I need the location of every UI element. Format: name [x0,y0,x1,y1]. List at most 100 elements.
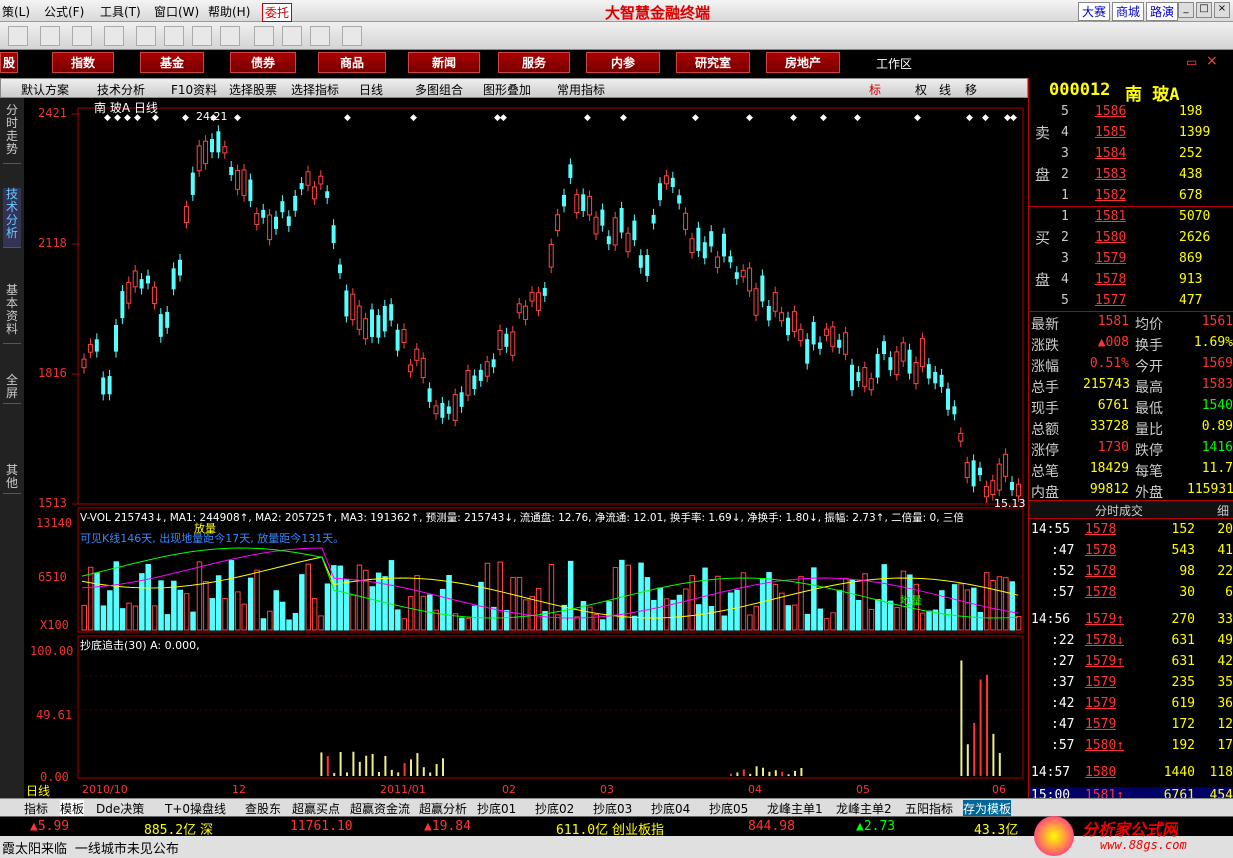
trade-price[interactable]: 1579↑ [1085,654,1124,669]
nav-index[interactable]: 指数 [52,52,114,73]
toolbar-alert-icon[interactable] [136,26,156,46]
sell-price[interactable]: 1584 [1095,146,1126,161]
trade-price[interactable]: 1579 [1085,675,1116,690]
indicator-tab[interactable]: Dde决策 [96,800,144,817]
menu-window[interactable]: 窗口(W) [154,3,199,20]
indicator-tab[interactable]: 指标 [24,800,48,817]
buy-price[interactable]: 1579 [1095,251,1126,266]
indicator-tab[interactable]: 超赢分析 [419,800,467,817]
nav-stock[interactable]: 股 [0,52,18,73]
nav-fund[interactable]: 基金 [140,52,204,73]
indicator-tab[interactable]: 查股东 [245,800,281,817]
indicator-tab[interactable]: 抄底05 [709,800,748,817]
sidetab-other[interactable]: 其他 [3,464,21,494]
tab-common-indicator[interactable]: 常用指标 [557,81,605,98]
maximize-button[interactable]: □ [1196,2,1212,18]
trade-price[interactable]: 1578 [1085,564,1116,579]
tab-select-indicator[interactable]: 选择指标 [291,81,339,98]
nav-news[interactable]: 新闻 [408,52,480,73]
sidetab-basic[interactable]: 基本资料 [3,284,21,344]
indicator-tab[interactable]: 存为模板 [963,800,1012,817]
buy-price[interactable]: 1577 [1095,293,1126,308]
close-icon[interactable]: × [1206,53,1218,69]
indicator-tab[interactable]: 龙峰主单2 [836,800,892,817]
tab-line[interactable]: 线 [939,81,951,98]
restore-icon[interactable]: ▭ [1186,55,1197,69]
indicator-tab[interactable]: 超赢资金流 [350,800,410,817]
menu-help[interactable]: 帮助(H) [208,3,250,20]
indicator-tab[interactable]: 抄底02 [535,800,574,817]
sell-price[interactable]: 1585 [1095,125,1126,140]
nav-realestate[interactable]: 房地产 [766,52,840,73]
minimize-button[interactable]: _ [1178,2,1194,18]
trade-price[interactable]: 1578↓ [1085,633,1124,648]
tab-default-scheme[interactable]: 默认方案 [21,81,69,98]
toolbar-diamond-icon[interactable] [164,26,184,46]
contest-button[interactable]: 大赛 [1078,2,1111,21]
toolbar-window-icon[interactable] [282,26,302,46]
roadshow-button[interactable]: 路演 [1146,2,1179,21]
trade-price[interactable]: 1578 [1085,585,1116,600]
menu-formula[interactable]: 公式(F) [44,3,84,20]
toolbar-red-icon[interactable] [192,26,212,46]
nav-service[interactable]: 服务 [498,52,570,73]
kline-svg[interactable]: ◆ ◆ ◆ ◆ ◆ ◆ ◆ ◆ ◆ ◆ ◆ ◆ ◆ ◆ ◆ ◆ ◆ ◆ ◆ ◆ ◆ ◆ ◆ ◆ [24,98,1028,798]
detail-button[interactable]: 细 [1217,502,1229,519]
trade-price[interactable]: 1580↑ [1085,738,1124,753]
nav-commodity[interactable]: 商品 [318,52,386,73]
nav-research[interactable]: 研究室 [676,52,750,73]
tab-multi-chart[interactable]: 多图组合 [415,81,463,98]
close-button[interactable]: × [1214,2,1230,18]
indicator-tab[interactable]: 五阳指标 [905,800,953,817]
tab-f10[interactable]: F10资料 [171,81,217,98]
tab-mark[interactable]: 标 [869,81,881,98]
nav-insider[interactable]: 内参 [586,52,660,73]
trade-price[interactable]: 1579 [1085,696,1116,711]
sell-price[interactable]: 1582 [1095,188,1126,203]
tab-select-stock[interactable]: 选择股票 [229,81,277,98]
indicator-tab[interactable]: 抄底04 [651,800,690,817]
indicator-tab[interactable]: 抄底01 [477,800,516,817]
trade-price[interactable]: 1578 [1085,522,1116,537]
indicator-bar [762,767,764,776]
toolbar-books-icon[interactable] [310,26,330,46]
nav-bond[interactable]: 债券 [230,52,296,73]
tab-tech-analysis[interactable]: 技术分析 [97,81,145,98]
indicator-tab[interactable]: 龙峰主单1 [767,800,823,817]
toolbar-binoculars-icon[interactable] [72,26,92,46]
tab-overlay[interactable]: 图形叠加 [483,81,531,98]
sell-price[interactable]: 1583 [1095,167,1126,182]
indicator-tab[interactable]: 超赢买点 [292,800,340,817]
tab-weight[interactable]: 权 [915,81,927,98]
tab-move[interactable]: 移 [965,81,977,98]
toolbar-flag-icon[interactable] [40,26,60,46]
buy-price[interactable]: 1578 [1095,272,1126,287]
sidetab-fullscreen[interactable]: 全屏 [3,374,21,404]
period-label[interactable]: 日线 [26,782,50,799]
trade-price[interactable]: 1578 [1085,543,1116,558]
buy-price[interactable]: 1581 [1095,209,1126,224]
toolbar-blue-icon[interactable] [220,26,240,46]
indicator-tab[interactable]: 模板 [60,800,85,817]
buy-price[interactable]: 1580 [1095,230,1126,245]
sidetab-tech[interactable]: 技术分析 [3,188,21,248]
indicator-tab[interactable]: 抄底03 [593,800,632,817]
trade-price[interactable]: 1579↑ [1085,612,1124,627]
toolbar-print-icon[interactable] [254,26,274,46]
trade-price[interactable]: 1580 [1085,765,1116,780]
mall-button[interactable]: 商城 [1112,2,1145,21]
ticker-text[interactable]: 霞太阳来临 一线城市未见公布 [2,838,179,857]
chart-area[interactable]: ◆ ◆ ◆ ◆ ◆ ◆ ◆ ◆ ◆ ◆ ◆ ◆ ◆ ◆ ◆ ◆ ◆ ◆ ◆ ◆ ◆ ◆ ◆ ◆ 南 玻A 日线 2421 21… [24,98,1028,798]
entrust-button[interactable]: 委托 [262,3,293,22]
toolbar-grid-icon[interactable] [104,26,124,46]
menu-tools[interactable]: 工具(T) [100,3,141,20]
workspace-label[interactable]: 工作区 [876,55,912,72]
trade-price[interactable]: 1579 [1085,717,1116,732]
sell-price[interactable]: 1586 [1095,104,1126,119]
toolbar-help-icon[interactable] [342,26,362,46]
tab-daily[interactable]: 日线 [359,81,383,98]
indicator-tab[interactable]: T+0操盘线 [165,800,226,817]
sidetab-intraday[interactable]: 分时走势 [3,104,21,164]
menu-strategy[interactable]: 策(L) [2,3,30,20]
toolbar-back-icon[interactable] [8,26,28,46]
